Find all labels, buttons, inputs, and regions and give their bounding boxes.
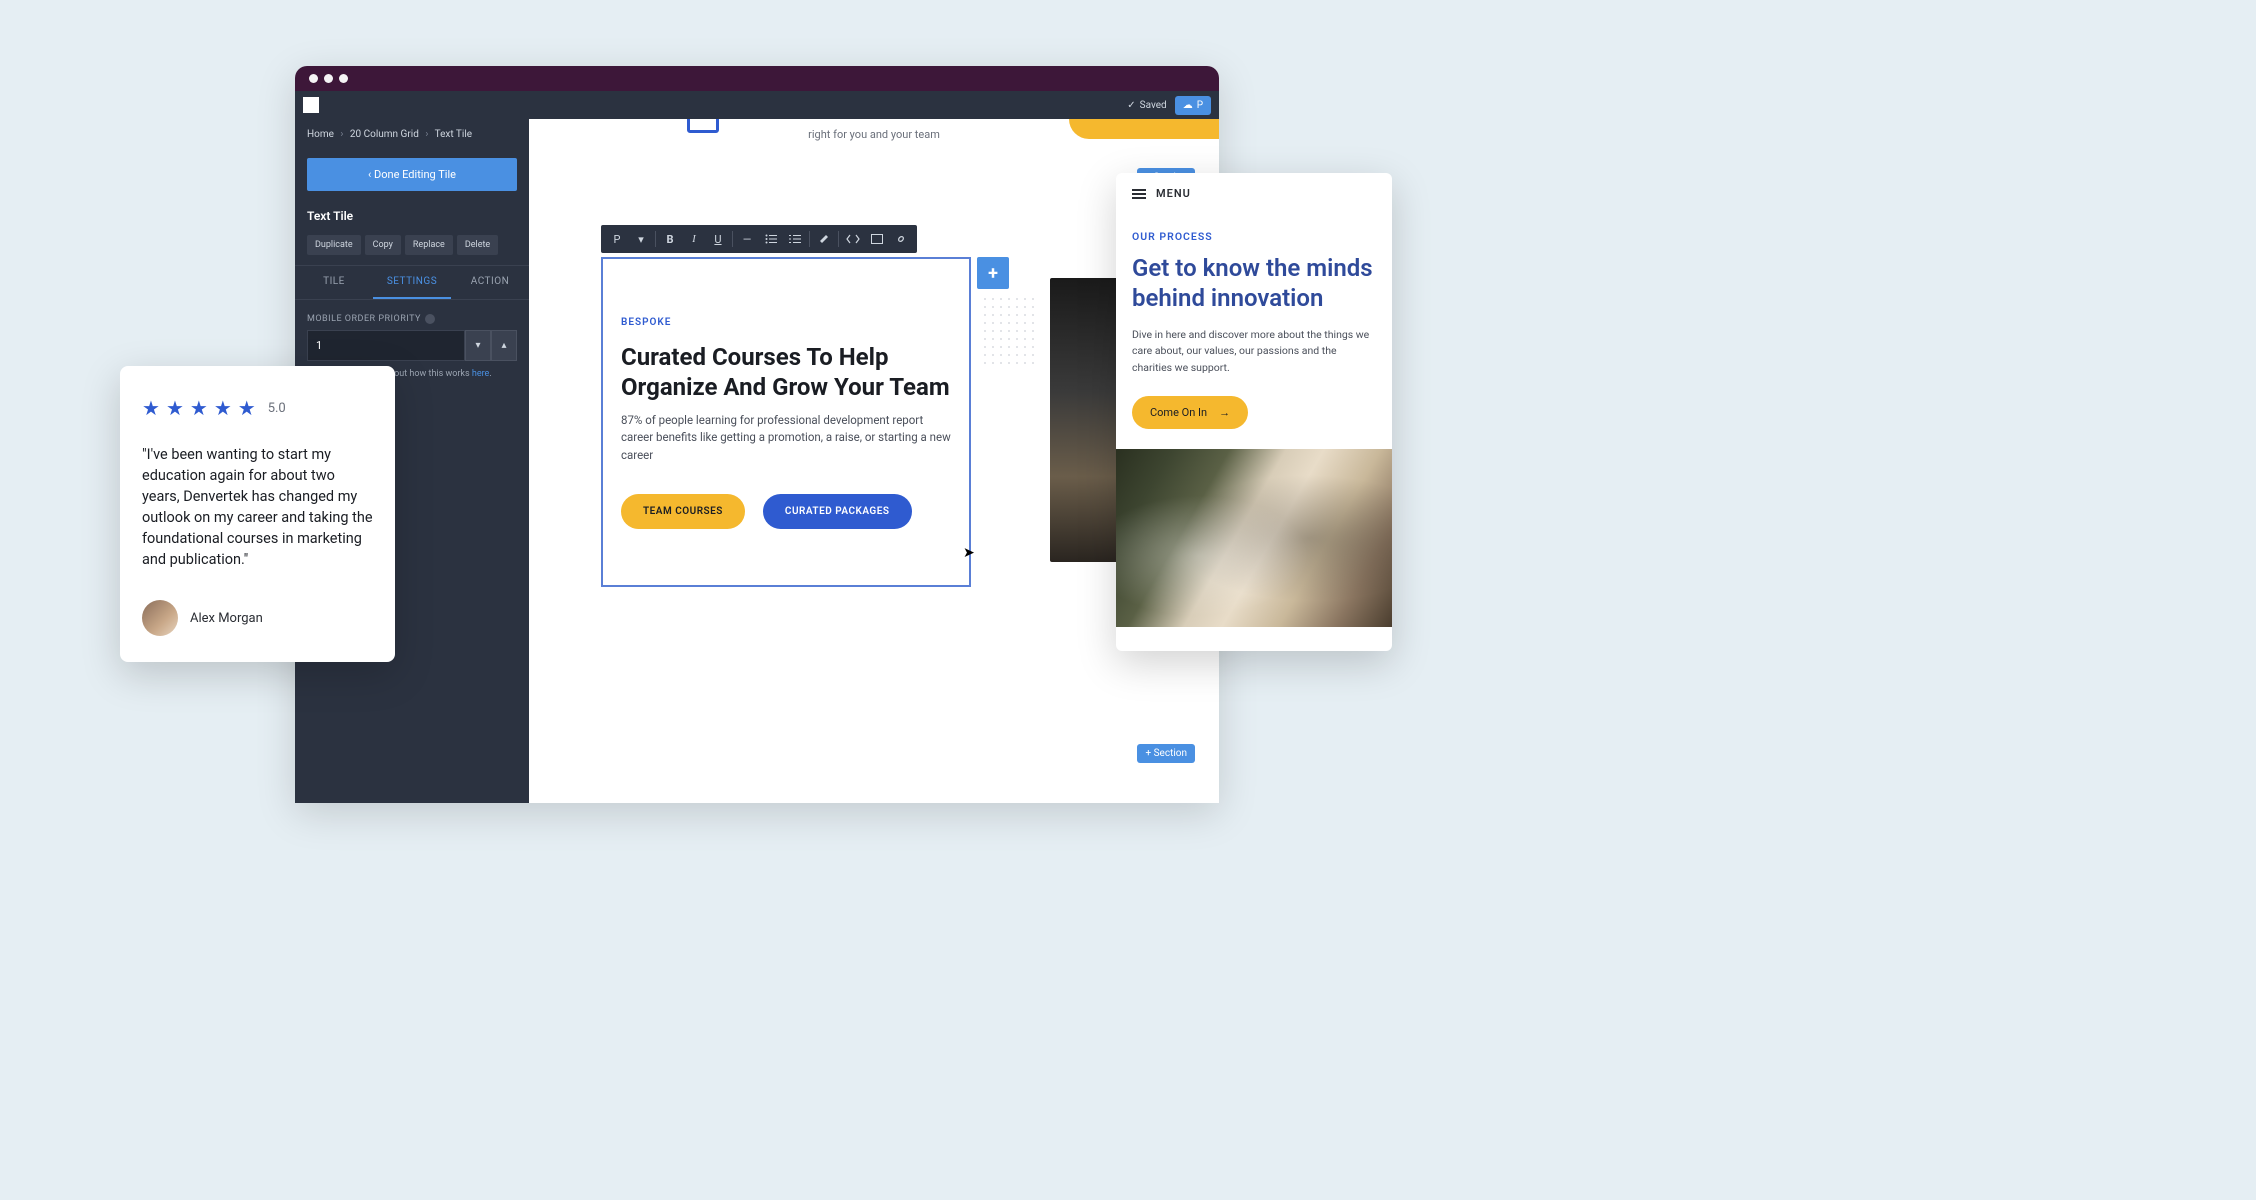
app-bar: Saved ☁ P <box>295 91 1219 119</box>
delete-button[interactable]: Delete <box>457 235 498 255</box>
rte-separator <box>809 231 810 247</box>
step-up-button[interactable]: ▴ <box>491 330 517 361</box>
mobile-body-text: Dive in here and discover more about the… <box>1132 327 1376 376</box>
mobile-hero-image <box>1116 449 1392 627</box>
hint-link[interactable]: here <box>472 369 489 379</box>
mobile-order-label: MOBILE ORDER PRIORITY <box>295 300 529 330</box>
app-logo-icon <box>303 97 319 113</box>
step-down-button[interactable]: ▾ <box>465 330 491 361</box>
tile-body: 87% of people learning for professional … <box>621 412 951 464</box>
crumb-tile: Text Tile <box>435 129 472 140</box>
star-icon: ★ <box>142 396 160 420</box>
rte-paragraph[interactable]: P <box>605 227 629 251</box>
mobile-cta-label: Come On In <box>1150 406 1207 419</box>
review-card: ★ ★ ★ ★ ★ 5.0 "I've been wanting to star… <box>120 366 395 662</box>
add-tile-button[interactable]: + <box>977 257 1009 289</box>
crumb-home[interactable]: Home <box>307 129 334 140</box>
star-icon: ★ <box>166 396 184 420</box>
hamburger-icon <box>1132 189 1146 199</box>
mobile-order-label-text: MOBILE ORDER PRIORITY <box>307 314 421 324</box>
review-text: "I've been wanting to start my education… <box>142 444 373 570</box>
add-section-bottom-wrap: + Section <box>1137 741 1195 763</box>
star-icon: ★ <box>214 396 232 420</box>
avatar <box>142 600 178 636</box>
mobile-preview: MENU OUR PROCESS Get to know the minds b… <box>1116 173 1392 651</box>
mobile-eyebrow: OUR PROCESS <box>1132 230 1376 243</box>
rte-toolbar: P ▾ B I U — <box>601 225 917 253</box>
rte-underline[interactable]: U <box>706 227 730 251</box>
reviewer-name: Alex Morgan <box>190 611 263 626</box>
cursor-icon: ➤ <box>963 545 975 561</box>
rte-clear-icon[interactable] <box>812 227 836 251</box>
chevron-right-icon: › <box>340 129 343 140</box>
curated-packages-button[interactable]: CURATED PACKAGES <box>763 494 912 529</box>
mobile-heading: Get to know the minds behind innovation <box>1132 253 1376 313</box>
replace-button[interactable]: Replace <box>405 235 453 255</box>
window-max-dot[interactable] <box>339 74 348 83</box>
publish-label: P <box>1197 100 1203 111</box>
reviewer: Alex Morgan <box>142 600 373 636</box>
done-editing-button[interactable]: ‹ Done Editing Tile <box>307 158 517 191</box>
mobile-cta-button[interactable]: Come On In → <box>1132 396 1248 429</box>
arrow-right-icon: → <box>1219 406 1230 419</box>
rte-separator <box>655 231 656 247</box>
mobile-order-stepper: ▾ ▴ <box>295 330 529 361</box>
duplicate-button[interactable]: Duplicate <box>307 235 361 255</box>
side-photo <box>1050 278 1120 562</box>
help-icon[interactable] <box>425 314 435 324</box>
tab-settings[interactable]: SETTINGS <box>373 266 451 299</box>
rte-link-icon[interactable] <box>889 227 913 251</box>
rte-separator <box>838 231 839 247</box>
tile-type-title: Text Tile <box>295 203 529 229</box>
sidebar-tabs: TILE SETTINGS ACTION <box>295 265 529 300</box>
menu-label: MENU <box>1156 187 1191 200</box>
rte-list-ul-icon[interactable] <box>759 227 783 251</box>
page-fragment-top: right for you and your team <box>529 119 1219 149</box>
rte-style-caret[interactable]: ▾ <box>629 227 653 251</box>
chevron-right-icon: › <box>425 129 428 140</box>
add-section-button[interactable]: + Section <box>1137 744 1195 763</box>
breadcrumb: Home › 20 Column Grid › Text Tile <box>295 119 529 150</box>
saved-status: Saved <box>1127 100 1166 111</box>
rte-strike[interactable]: — <box>735 227 759 251</box>
tile-buttons: TEAM COURSES CURATED PACKAGES <box>621 494 951 529</box>
copy-button[interactable]: Copy <box>365 235 401 255</box>
window-close-dot[interactable] <box>309 74 318 83</box>
tile-action-row: Duplicate Copy Replace Delete <box>295 229 529 265</box>
tab-tile[interactable]: TILE <box>295 266 373 299</box>
tab-action[interactable]: ACTION <box>451 266 529 299</box>
crumb-grid[interactable]: 20 Column Grid <box>350 129 419 140</box>
rte-separator <box>732 231 733 247</box>
tile-heading: Curated Courses To Help Organize And Gro… <box>621 342 951 402</box>
fragment-text: right for you and your team <box>808 128 940 141</box>
rte-list-ol-icon[interactable] <box>783 227 807 251</box>
selected-tile[interactable]: BESPOKE Curated Courses To Help Organize… <box>601 257 971 587</box>
window-titlebar <box>295 66 1219 91</box>
rte-bold[interactable]: B <box>658 227 682 251</box>
chevron-up-icon: ▴ <box>501 340 506 351</box>
mobile-order-input[interactable] <box>307 330 465 361</box>
star-icon: ★ <box>190 396 208 420</box>
publish-button[interactable]: ☁ P <box>1175 96 1211 115</box>
cloud-icon: ☁ <box>1183 100 1193 111</box>
window-min-dot[interactable] <box>324 74 333 83</box>
decorative-shape <box>687 119 719 133</box>
rte-code-icon[interactable] <box>841 227 865 251</box>
decorative-edge <box>1069 119 1219 139</box>
rte-italic[interactable]: I <box>682 227 706 251</box>
dots-decoration <box>981 295 1037 367</box>
tile-eyebrow: BESPOKE <box>621 317 951 328</box>
rte-embed-icon[interactable] <box>865 227 889 251</box>
star-rating: ★ ★ ★ ★ ★ 5.0 <box>142 396 373 420</box>
mobile-body: OUR PROCESS Get to know the minds behind… <box>1116 214 1392 429</box>
mobile-menu-bar[interactable]: MENU <box>1116 173 1392 214</box>
chevron-down-icon: ▾ <box>475 340 480 351</box>
rating-value: 5.0 <box>268 401 286 416</box>
star-icon: ★ <box>238 396 256 420</box>
team-courses-button[interactable]: TEAM COURSES <box>621 494 745 529</box>
tile-content: BESPOKE Curated Courses To Help Organize… <box>603 259 969 547</box>
